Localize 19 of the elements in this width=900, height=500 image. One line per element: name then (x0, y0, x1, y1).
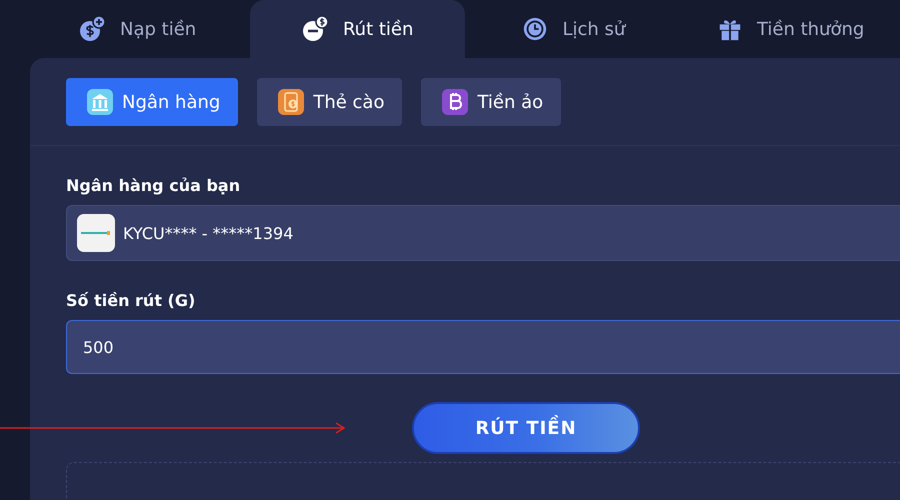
withdraw-button[interactable]: RÚT TIỀN (412, 402, 640, 454)
bank-select[interactable]: KYCU**** - *****1394 (66, 205, 900, 261)
field-label: Số tiền rút (G) (66, 291, 196, 310)
tab[interactable]: Nạp tiền (40, 0, 248, 58)
clock-icon (522, 16, 548, 42)
amount-field[interactable]: 500 (66, 320, 900, 374)
dollar-minus-icon (300, 15, 329, 43)
method-tab[interactable]: Tiền ảo (421, 78, 562, 126)
tab[interactable]: Tiền thưởng (683, 0, 898, 58)
method-tab[interactable]: Thẻ cào (257, 78, 402, 126)
dollar-plus-icon (78, 15, 106, 43)
tab[interactable]: Rút tiền (250, 0, 465, 58)
field-label: Ngân hàng của bạn (66, 176, 242, 195)
bank-logo-icon (77, 214, 115, 252)
phone-card-icon (277, 88, 306, 116)
bank-icon (86, 88, 114, 116)
method-tab[interactable]: Ngân hàng (66, 78, 238, 126)
bitcoin-icon (441, 88, 470, 116)
tab[interactable]: Lịch sử (466, 0, 682, 58)
